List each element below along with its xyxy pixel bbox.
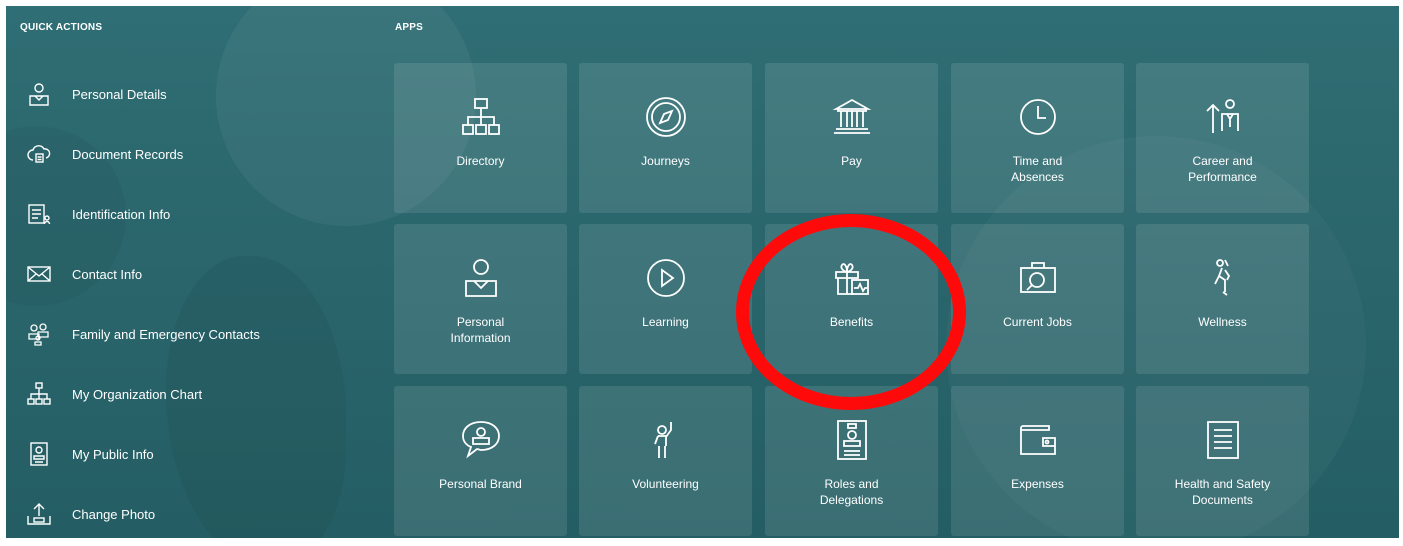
quick-action-label: Personal Details — [72, 86, 167, 102]
tile-label: Learning — [642, 315, 689, 329]
tile-label: Wellness — [1198, 315, 1247, 329]
quick-action-identification-info[interactable]: Identification Info — [20, 194, 350, 234]
person-icon — [394, 256, 567, 300]
tile-label: Time and Absences — [1011, 154, 1064, 184]
id-card-icon — [24, 199, 54, 229]
tile-volunteering[interactable]: Volunteering — [579, 386, 752, 536]
wellness-icon — [1136, 256, 1309, 300]
badge-icon — [765, 418, 938, 462]
quick-action-label: Contact Info — [72, 266, 143, 282]
family-icon — [24, 319, 54, 349]
quick-action-family-contacts[interactable]: Family and Emergency Contacts — [20, 314, 350, 354]
clock-icon — [951, 95, 1124, 139]
document-icon — [1136, 418, 1309, 462]
tile-personal-brand[interactable]: Personal Brand — [394, 386, 567, 536]
tile-learning[interactable]: Learning — [579, 224, 752, 374]
play-icon — [579, 256, 752, 300]
tile-pay[interactable]: Pay — [765, 63, 938, 213]
bank-icon — [765, 95, 938, 139]
envelope-icon — [24, 259, 54, 289]
tile-benefits[interactable]: Benefits — [765, 224, 938, 374]
cloud-document-icon — [24, 139, 54, 169]
tile-label: Roles and Delegations — [819, 477, 884, 507]
tile-journeys[interactable]: Journeys — [579, 63, 752, 213]
person-icon — [24, 79, 54, 109]
raised-hand-icon — [579, 418, 752, 462]
tile-wellness[interactable]: Wellness — [1136, 224, 1309, 374]
career-icon — [1136, 95, 1309, 139]
tile-label: Health and Safety Documents — [1174, 477, 1271, 507]
quick-action-personal-details[interactable]: Personal Details — [20, 74, 350, 114]
badge-icon — [24, 439, 54, 469]
quick-action-label: Family and Emergency Contacts — [72, 326, 260, 342]
wallet-icon — [951, 418, 1124, 462]
tile-expenses[interactable]: Expenses — [951, 386, 1124, 536]
tile-label: Current Jobs — [1003, 315, 1072, 329]
quick-action-label: Change Photo — [72, 506, 156, 522]
tile-label: Benefits — [829, 315, 874, 329]
quick-action-change-photo[interactable]: Change Photo — [20, 494, 350, 534]
tile-roles-and-delegations[interactable]: Roles and Delegations — [765, 386, 938, 536]
quick-action-public-info[interactable]: My Public Info — [20, 434, 350, 474]
tile-label: Pay — [841, 154, 862, 168]
gift-health-icon — [765, 256, 938, 300]
quick-action-contact-info[interactable]: Contact Info — [20, 254, 350, 294]
tile-career-and-performance[interactable]: Career and Performance — [1136, 63, 1309, 213]
speech-person-icon — [394, 418, 567, 462]
tile-label: Directory — [456, 154, 505, 168]
tile-label: Expenses — [1011, 477, 1064, 491]
tile-health-and-safety-documents[interactable]: Health and Safety Documents — [1136, 386, 1309, 536]
tile-label: Volunteering — [632, 477, 699, 491]
quick-actions-title: QUICK ACTIONS — [20, 22, 103, 33]
upload-photo-icon — [24, 499, 54, 529]
quick-action-label: My Public Info — [72, 446, 154, 462]
app-home-panel: QUICK ACTIONS APPS Personal Details Docu… — [6, 6, 1399, 538]
tile-time-and-absences[interactable]: Time and Absences — [951, 63, 1124, 213]
tile-label: Personal Information — [450, 315, 511, 345]
quick-action-document-records[interactable]: Document Records — [20, 134, 350, 174]
compass-icon — [579, 95, 752, 139]
tile-label: Journeys — [641, 154, 690, 168]
tile-personal-information[interactable]: Personal Information — [394, 224, 567, 374]
tile-current-jobs[interactable]: Current Jobs — [951, 224, 1124, 374]
quick-action-label: Document Records — [72, 146, 184, 162]
quick-action-organization-chart[interactable]: My Organization Chart — [20, 374, 350, 414]
tile-label: Career and Performance — [1188, 154, 1257, 184]
briefcase-search-icon — [951, 256, 1124, 300]
quick-action-label: My Organization Chart — [72, 386, 203, 402]
tile-directory[interactable]: Directory — [394, 63, 567, 213]
tile-label: Personal Brand — [439, 477, 522, 491]
org-chart-icon — [24, 379, 54, 409]
org-chart-icon — [394, 95, 567, 139]
quick-action-label: Identification Info — [72, 206, 171, 222]
apps-title: APPS — [395, 22, 424, 33]
